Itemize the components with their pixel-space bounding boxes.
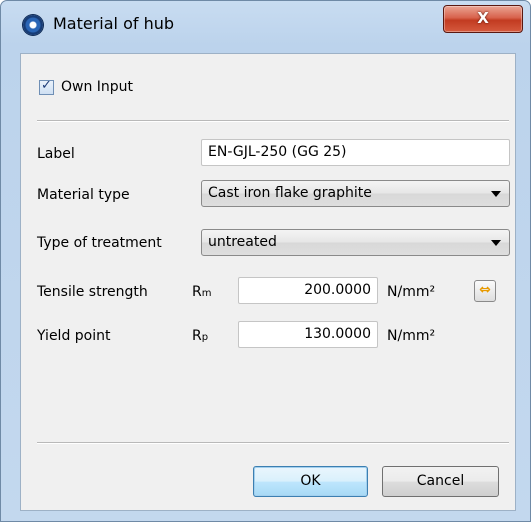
label-field-label: Label (37, 146, 75, 162)
own-input-label: Own Input (61, 79, 134, 95)
bottom-separator (37, 442, 509, 444)
gear-wheel-icon (23, 15, 43, 35)
top-separator (37, 120, 509, 122)
close-button[interactable]: X (443, 5, 523, 33)
window-title: Material of hub (53, 14, 175, 33)
dialog-content: ✓ Own Input Label EN-GJL-250 (GG 25) Mat… (20, 53, 516, 511)
swap-units-button[interactable]: ⇔ (474, 280, 496, 302)
yield-point-label: Yield point (37, 328, 111, 344)
swap-arrows-icon: ⇔ (479, 282, 491, 298)
yield-symbol-subscript: p (201, 332, 209, 343)
tensile-unit: N/mm² (387, 284, 436, 300)
own-input-checkbox[interactable]: ✓ (39, 78, 54, 95)
treatment-value: untreated (208, 234, 277, 250)
checkmark-icon: ✓ (41, 78, 52, 93)
tensile-strength-label: Tensile strength (37, 284, 148, 300)
treatment-select[interactable]: untreated (201, 229, 510, 256)
chevron-down-icon (491, 191, 501, 197)
material-type-value: Cast iron flake graphite (208, 185, 372, 201)
chevron-down-icon (491, 240, 501, 246)
yield-point-input[interactable]: 130.0000 (238, 321, 378, 348)
ok-button[interactable]: OK (253, 466, 368, 497)
material-type-select[interactable]: Cast iron flake graphite (201, 180, 510, 207)
yield-symbol: Rp (192, 328, 208, 344)
yield-symbol-letter: R (192, 328, 202, 344)
close-icon: X (477, 9, 489, 27)
tensile-symbol: Rm (192, 284, 211, 300)
label-input[interactable]: EN-GJL-250 (GG 25) (201, 139, 510, 166)
dialog-window: Material of hub X ✓ Own Input Label EN-G… (0, 0, 531, 522)
tensile-strength-input[interactable]: 200.0000 (238, 277, 378, 304)
cancel-button[interactable]: Cancel (382, 466, 499, 497)
treatment-label: Type of treatment (37, 235, 162, 251)
title-bar[interactable]: Material of hub X (1, 1, 530, 43)
yield-unit: N/mm² (387, 328, 436, 344)
tensile-symbol-subscript: m (201, 288, 212, 299)
material-type-label: Material type (37, 187, 130, 203)
tensile-symbol-letter: R (192, 284, 202, 300)
